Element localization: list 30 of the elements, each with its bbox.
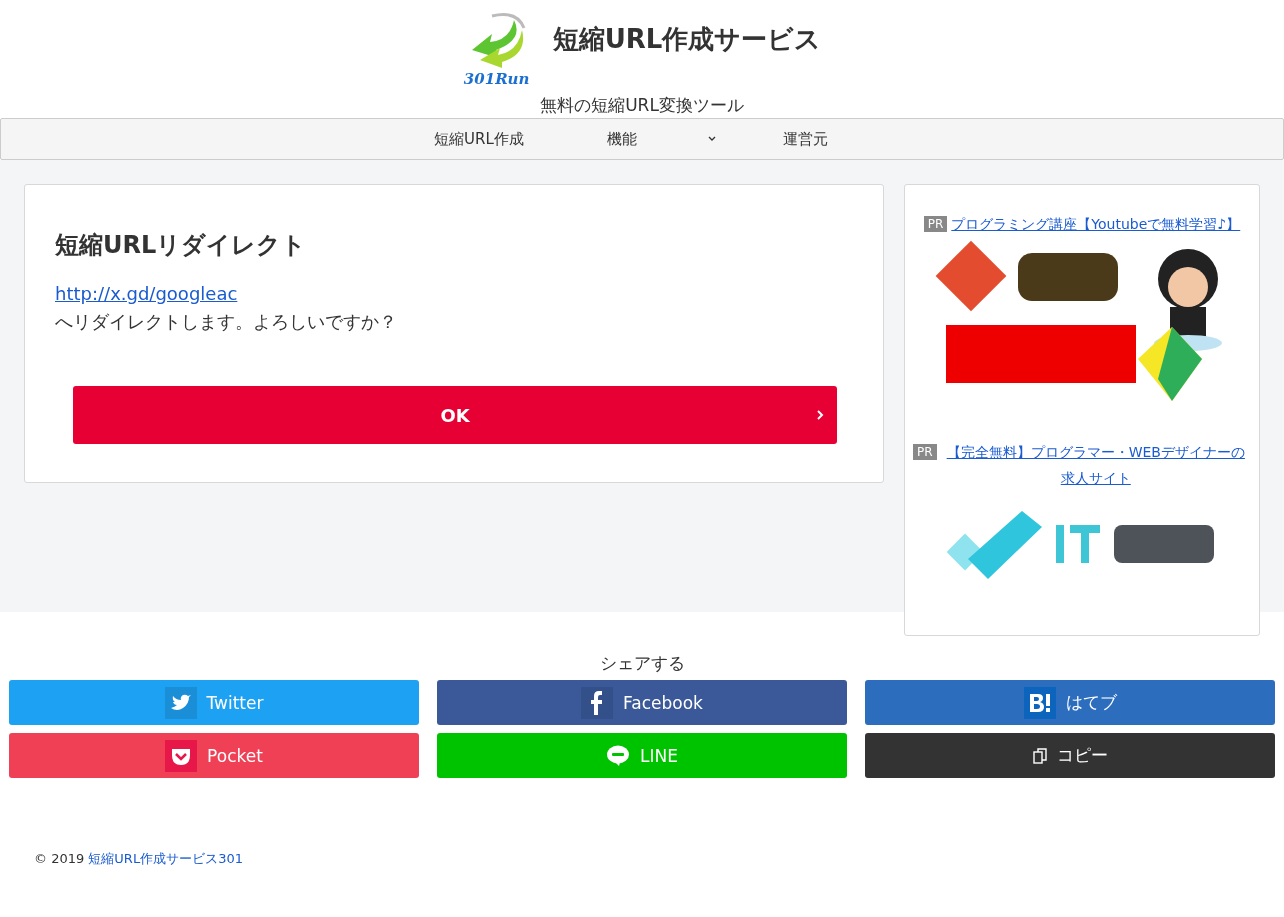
page-heading: 短縮URLリダイレクト	[55, 230, 308, 261]
share-button[interactable]: Facebook	[437, 680, 847, 725]
ad-link[interactable]: プログラミング講座【Youtubeで無料学習♪】	[951, 211, 1241, 237]
bookmark-b-icon	[1023, 686, 1056, 719]
bird-icon	[164, 686, 197, 719]
copy-icon	[1032, 747, 1047, 764]
site-tagline: 無料の短縮URL変換ツール	[540, 94, 744, 117]
logo[interactable]: 301Run	[452, 10, 541, 88]
share-heading: シェアする	[598, 652, 686, 675]
ok-button[interactable]: OK	[73, 386, 837, 444]
nav-link[interactable]: 短縮URL作成	[431, 129, 527, 149]
share-button[interactable]: Pocket	[9, 733, 419, 778]
share-button[interactable]: コピー	[865, 733, 1275, 778]
destination-link[interactable]: http://x.gd/googleac	[55, 283, 238, 304]
copyright-text: © 2019	[34, 851, 85, 866]
caret-icon	[707, 135, 717, 143]
ad-link[interactable]: 【完全無料】プログラマー・WEBデザイナーの求人サイト	[940, 439, 1251, 491]
facebook-f-icon	[581, 686, 614, 719]
pr-badge: PR	[913, 444, 937, 460]
pr-badge: PR	[923, 216, 948, 232]
logo-text: 301Run	[463, 70, 530, 88]
pocket-icon	[165, 739, 198, 772]
redirect-message: へリダイレクトします。よろしいですか？	[55, 310, 398, 334]
chevron-icon	[815, 408, 825, 422]
site-title[interactable]: 短縮URL作成サービス	[552, 22, 822, 57]
speech-bubble-icon	[606, 744, 630, 767]
nav-link[interactable]: 運営元	[757, 129, 853, 149]
share-button[interactable]: はてブ	[865, 680, 1275, 725]
nav-link[interactable]: 機能	[607, 129, 717, 149]
footer-link[interactable]: 短縮URL作成サービス301	[88, 851, 243, 866]
